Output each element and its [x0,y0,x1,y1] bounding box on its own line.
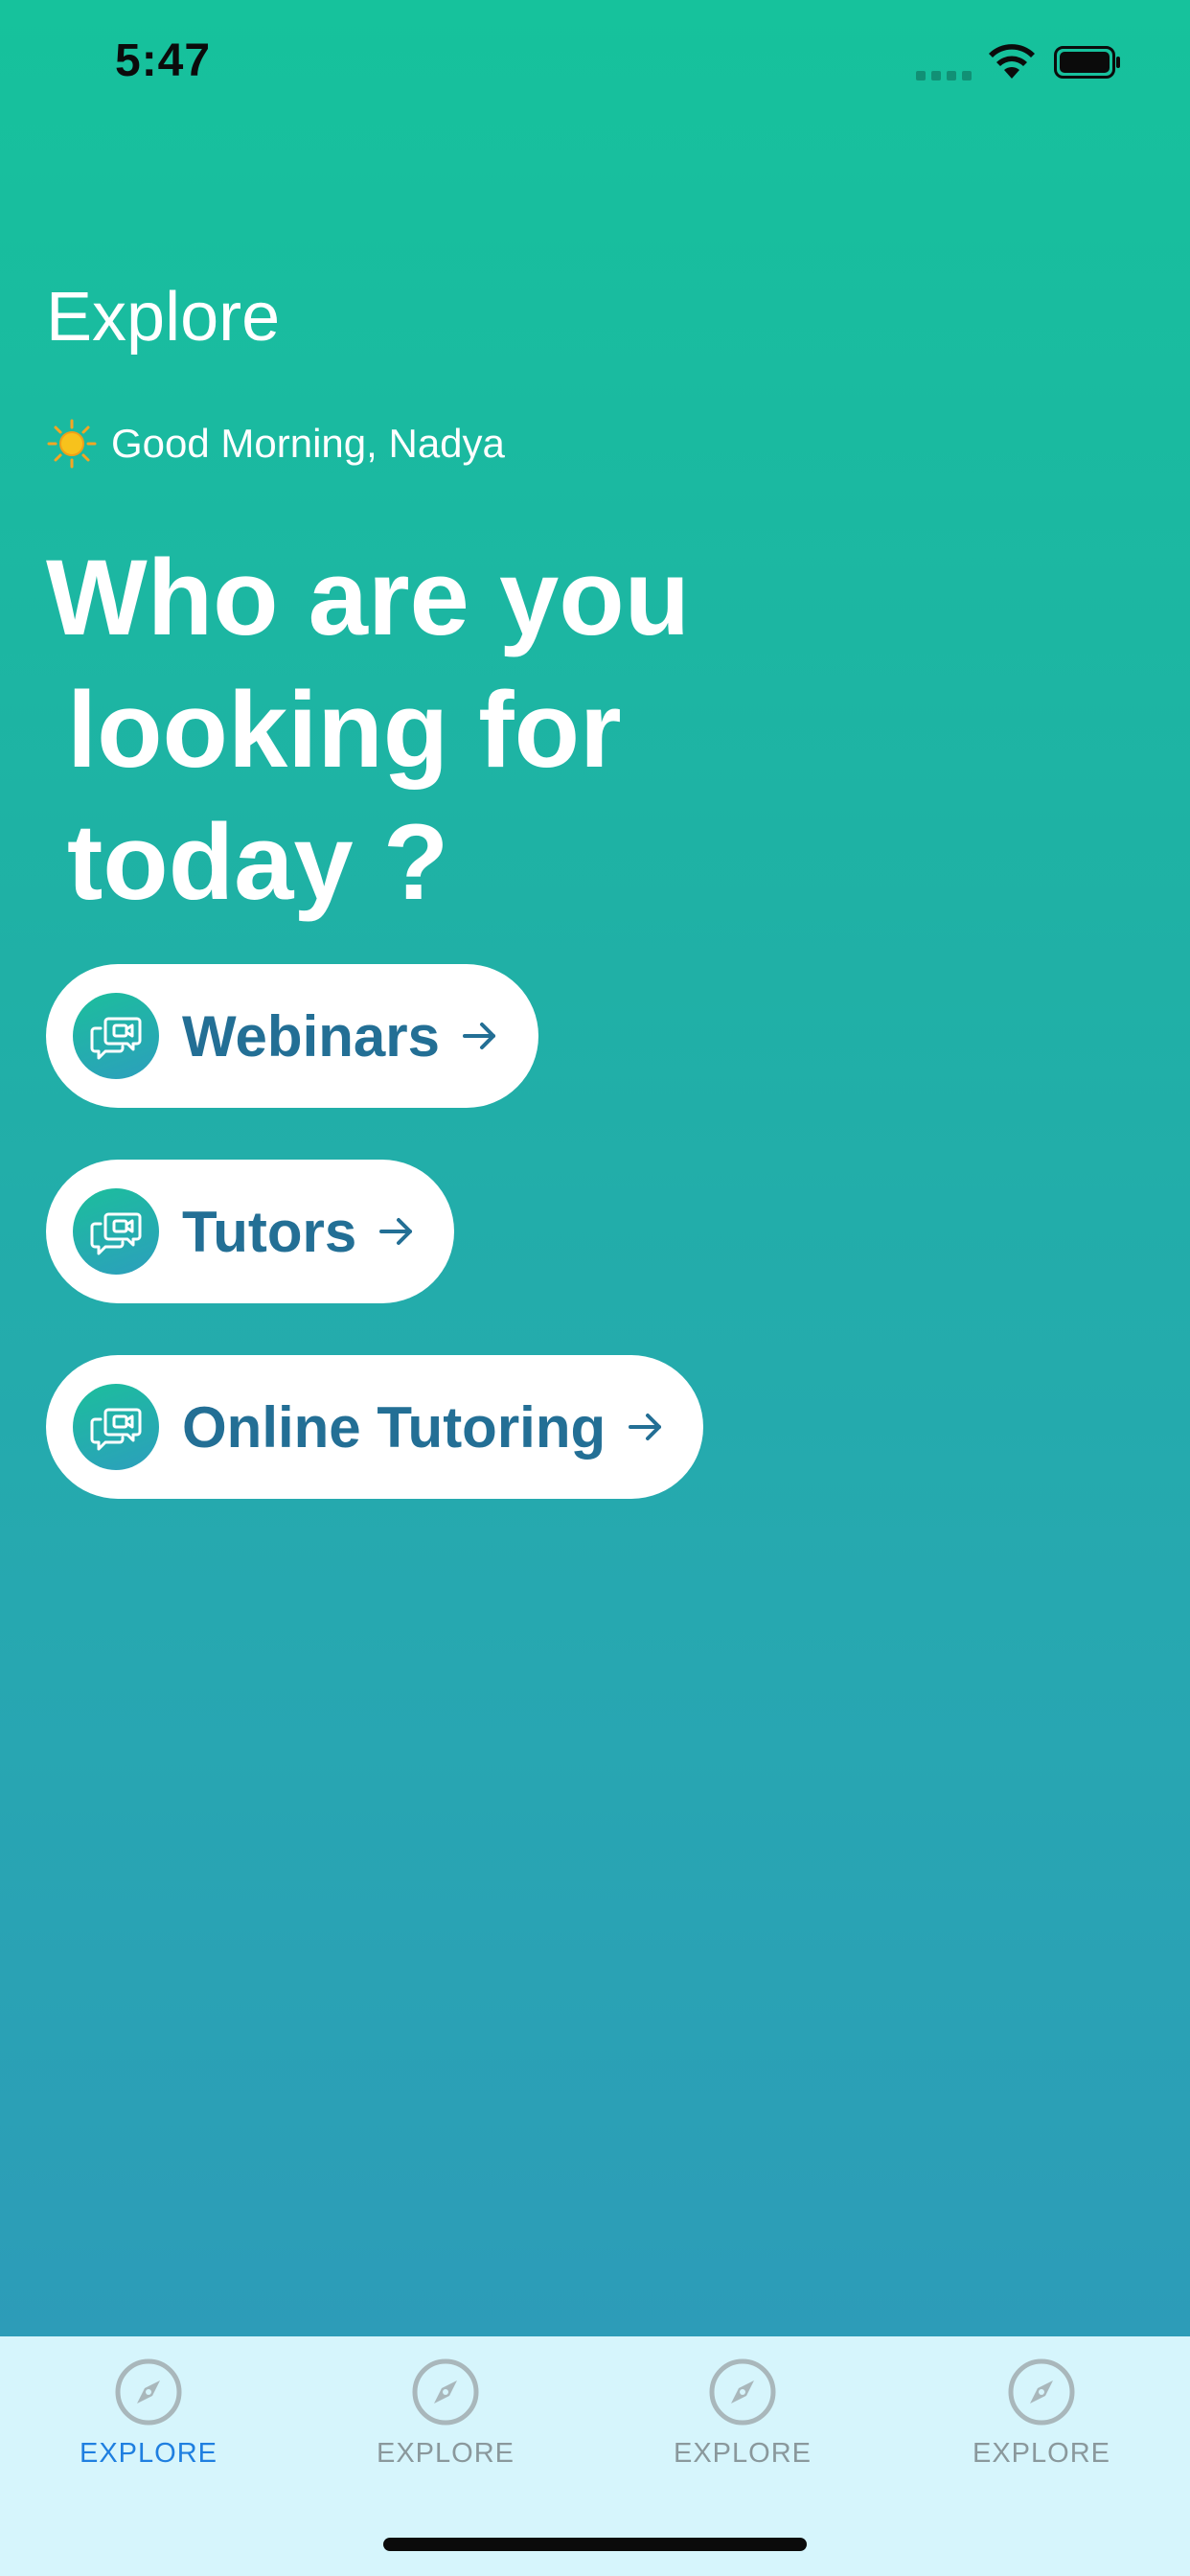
tutors-button[interactable]: Tutors [46,1160,454,1303]
webinars-button[interactable]: Webinars [46,964,538,1108]
video-chat-icon [73,1188,159,1275]
page-title: Explore [46,279,281,356]
explore-screen: 5:47 Explore Good Morning, Nadya Who are… [0,0,1190,2576]
tab-explore-1[interactable]: EXPLORE [0,2358,297,2470]
greeting-text: Good Morning, Nadya [111,421,505,466]
tab-label: EXPLORE [377,2438,515,2469]
video-chat-icon [73,1384,159,1470]
arrow-right-icon [629,1414,662,1440]
headline-line-2: looking for [67,670,622,790]
tab-explore-4[interactable]: EXPLORE [893,2358,1190,2470]
arrow-right-icon [462,1023,495,1049]
tab-explore-2[interactable]: EXPLORE [297,2358,594,2470]
compass-icon [1008,2358,1075,2426]
compass-icon [709,2358,776,2426]
status-bar: 5:47 [0,0,1190,126]
online-tutoring-button[interactable]: Online Tutoring [46,1355,703,1499]
tutors-label: Tutors [182,1199,357,1264]
greeting: Good Morning, Nadya [46,418,505,470]
headline-line-3: today ? [67,802,449,922]
headline: Who are you looking for today ? [46,532,908,929]
compass-icon [115,2358,182,2426]
compass-icon [412,2358,479,2426]
webinars-label: Webinars [182,1003,440,1069]
tab-explore-3[interactable]: EXPLORE [594,2358,891,2470]
tab-label: EXPLORE [80,2438,217,2469]
video-chat-icon [73,993,159,1079]
cellular-signal-icon [916,71,973,80]
headline-line-1: Who are you [46,538,691,657]
status-time: 5:47 [115,35,212,86]
sun-icon [47,419,97,469]
tab-label: EXPLORE [973,2438,1110,2469]
wifi-icon [989,44,1035,79]
online-tutoring-label: Online Tutoring [182,1394,606,1460]
battery-icon [1054,46,1120,79]
arrow-right-icon [379,1218,413,1245]
tab-label: EXPLORE [674,2438,812,2469]
home-indicator[interactable] [383,2538,807,2551]
